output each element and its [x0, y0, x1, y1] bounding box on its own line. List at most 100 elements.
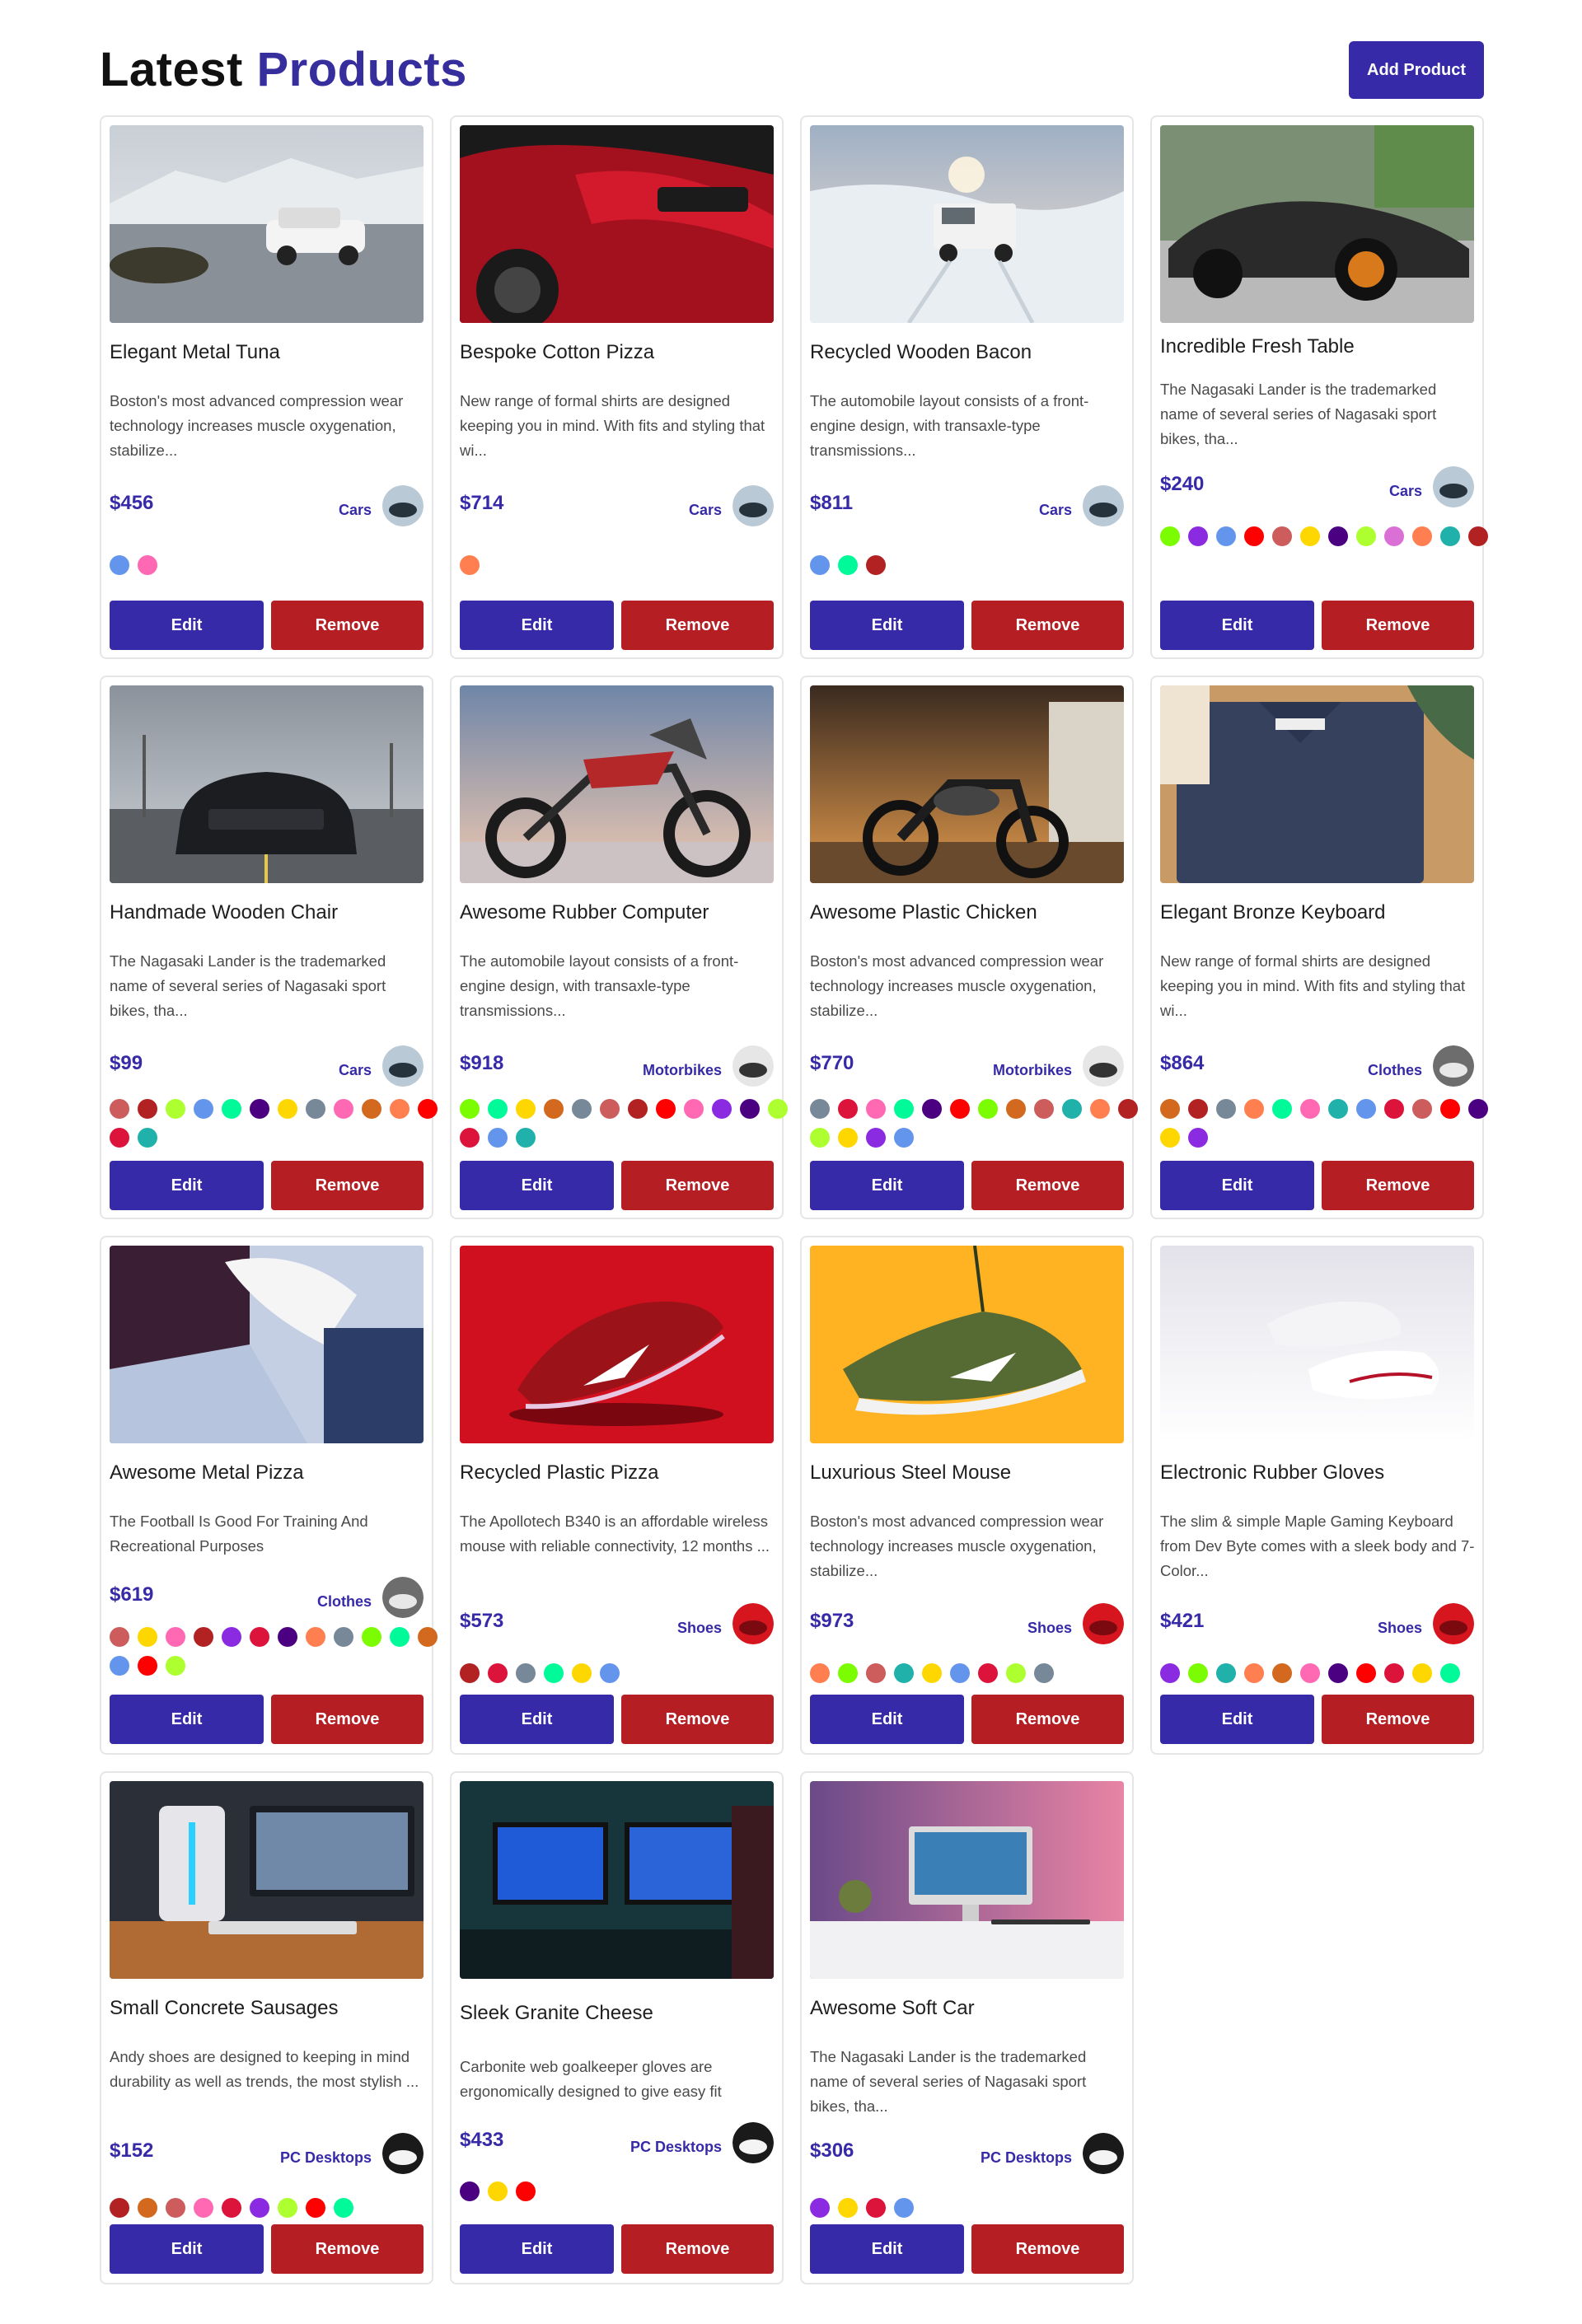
product-image: [1160, 1246, 1474, 1443]
remove-button[interactable]: Remove: [971, 601, 1124, 650]
edit-button[interactable]: Edit: [110, 1161, 264, 1210]
product-card: Awesome Plastic Chicken Boston's most ad…: [800, 676, 1138, 1219]
color-swatch: [516, 1128, 536, 1148]
product-card: Elegant Metal Tuna Boston's most advance…: [100, 115, 433, 659]
color-swatch: [110, 1627, 129, 1647]
remove-button[interactable]: Remove: [271, 2224, 424, 2274]
color-swatch: [1412, 526, 1432, 546]
product-card: Awesome Rubber Computer The automobile l…: [450, 676, 788, 1219]
color-swatch: [572, 1663, 592, 1683]
color-swatch: [334, 1099, 353, 1119]
product-price: $864: [1160, 1052, 1205, 1074]
color-swatch: [460, 555, 480, 575]
product-image: [810, 685, 1124, 883]
product-description: Boston's most advanced compression wear …: [810, 1513, 1104, 1579]
product-description: The automobile layout consists of a fron…: [810, 392, 1089, 459]
product-price: $421: [1160, 1610, 1205, 1632]
product-description: Carbonite web goalkeeper gloves are ergo…: [460, 2058, 722, 2100]
color-swatch: [1328, 1099, 1348, 1119]
product-category: PC Desktops: [279, 2149, 372, 2166]
product-description: The Nagasaki Lander is the trademarked n…: [810, 2048, 1087, 2115]
color-swatch: [516, 1099, 536, 1119]
remove-button[interactable]: Remove: [621, 1161, 774, 1210]
remove-button[interactable]: Remove: [971, 2224, 1124, 2274]
product-card: Luxurious Steel Mouse Boston's most adva…: [800, 1236, 1134, 1755]
product-category: Cars: [1038, 502, 1072, 518]
remove-button[interactable]: Remove: [971, 1695, 1124, 1744]
product-price: $573: [460, 1610, 504, 1632]
edit-button[interactable]: Edit: [810, 601, 964, 650]
product-image: [110, 125, 424, 323]
color-swatch: [1118, 1099, 1138, 1119]
remove-button[interactable]: Remove: [621, 2224, 774, 2274]
product-category: Shoes: [1377, 1620, 1422, 1636]
edit-button[interactable]: Edit: [1160, 1695, 1314, 1744]
category-avatar: [382, 485, 424, 526]
edit-button[interactable]: Edit: [110, 1695, 264, 1744]
color-swatch: [1384, 526, 1404, 546]
color-swatch: [460, 1128, 480, 1148]
product-price: $918: [460, 1052, 504, 1074]
category-avatar: [732, 485, 774, 526]
color-swatch: [110, 555, 129, 575]
product-description: New range of formal shirts are designed …: [1160, 952, 1466, 1019]
remove-button[interactable]: Remove: [1322, 1695, 1474, 1744]
color-swatch: [1328, 526, 1348, 546]
edit-button[interactable]: Edit: [810, 1161, 964, 1210]
category-avatar: [382, 1577, 424, 1618]
remove-button[interactable]: Remove: [271, 1161, 424, 1210]
edit-button[interactable]: Edit: [810, 1695, 964, 1744]
color-swatch: [138, 1627, 157, 1647]
product-description: Boston's most advanced compression wear …: [110, 392, 404, 459]
color-swatch: [866, 1099, 886, 1119]
remove-button[interactable]: Remove: [271, 601, 424, 650]
color-swatch: [460, 2181, 480, 2201]
edit-button[interactable]: Edit: [460, 1161, 614, 1210]
product-image: [460, 125, 774, 323]
color-swatch: [110, 2198, 129, 2218]
product-card: Elegant Bronze Keyboard New range of for…: [1150, 676, 1488, 1219]
edit-button[interactable]: Edit: [1160, 601, 1314, 650]
edit-button[interactable]: Edit: [110, 2224, 264, 2274]
color-swatch: [866, 1663, 886, 1683]
product-name: Elegant Metal Tuna: [110, 341, 280, 363]
color-swatch: [1468, 526, 1488, 546]
color-swatch: [306, 2198, 325, 2218]
color-swatch: [1160, 1099, 1180, 1119]
product-price: $714: [460, 492, 504, 514]
product-category: Shoes: [1027, 1620, 1072, 1636]
color-swatch: [1160, 1128, 1180, 1148]
remove-button[interactable]: Remove: [621, 1695, 774, 1744]
color-swatch: [460, 1663, 480, 1683]
product-category: Motorbikes: [642, 1062, 722, 1078]
edit-button[interactable]: Edit: [460, 2224, 614, 2274]
color-swatch: [866, 555, 886, 575]
color-swatch: [628, 1099, 648, 1119]
product-category: Motorbikes: [992, 1062, 1072, 1078]
color-swatch: [1216, 1663, 1236, 1683]
color-swatch: [110, 1656, 129, 1676]
product-price: $770: [810, 1052, 854, 1074]
product-description: The Apollotech B340 is an affordable wir…: [460, 1513, 770, 1555]
remove-button[interactable]: Remove: [271, 1695, 424, 1744]
product-description: New range of formal shirts are designed …: [460, 392, 765, 459]
remove-button[interactable]: Remove: [1322, 1161, 1474, 1210]
color-swatch: [166, 2198, 185, 2218]
product-price: $973: [810, 1610, 854, 1632]
edit-button[interactable]: Edit: [460, 1695, 614, 1744]
color-swatch: [488, 1099, 508, 1119]
color-swatch: [1160, 1663, 1180, 1683]
remove-button[interactable]: Remove: [1322, 601, 1474, 650]
product-card: Bespoke Cotton Pizza New range of formal…: [450, 115, 784, 659]
edit-button[interactable]: Edit: [810, 2224, 964, 2274]
color-swatch: [950, 1099, 970, 1119]
edit-button[interactable]: Edit: [110, 601, 264, 650]
edit-button[interactable]: Edit: [460, 601, 614, 650]
add-product-button[interactable]: Add Product: [1349, 41, 1484, 99]
color-swatch: [1440, 1099, 1460, 1119]
remove-button[interactable]: Remove: [971, 1161, 1124, 1210]
edit-button[interactable]: Edit: [1160, 1161, 1314, 1210]
color-swatch: [1272, 1663, 1292, 1683]
page-header: Latest Products Add Product: [100, 41, 1484, 99]
remove-button[interactable]: Remove: [621, 601, 774, 650]
